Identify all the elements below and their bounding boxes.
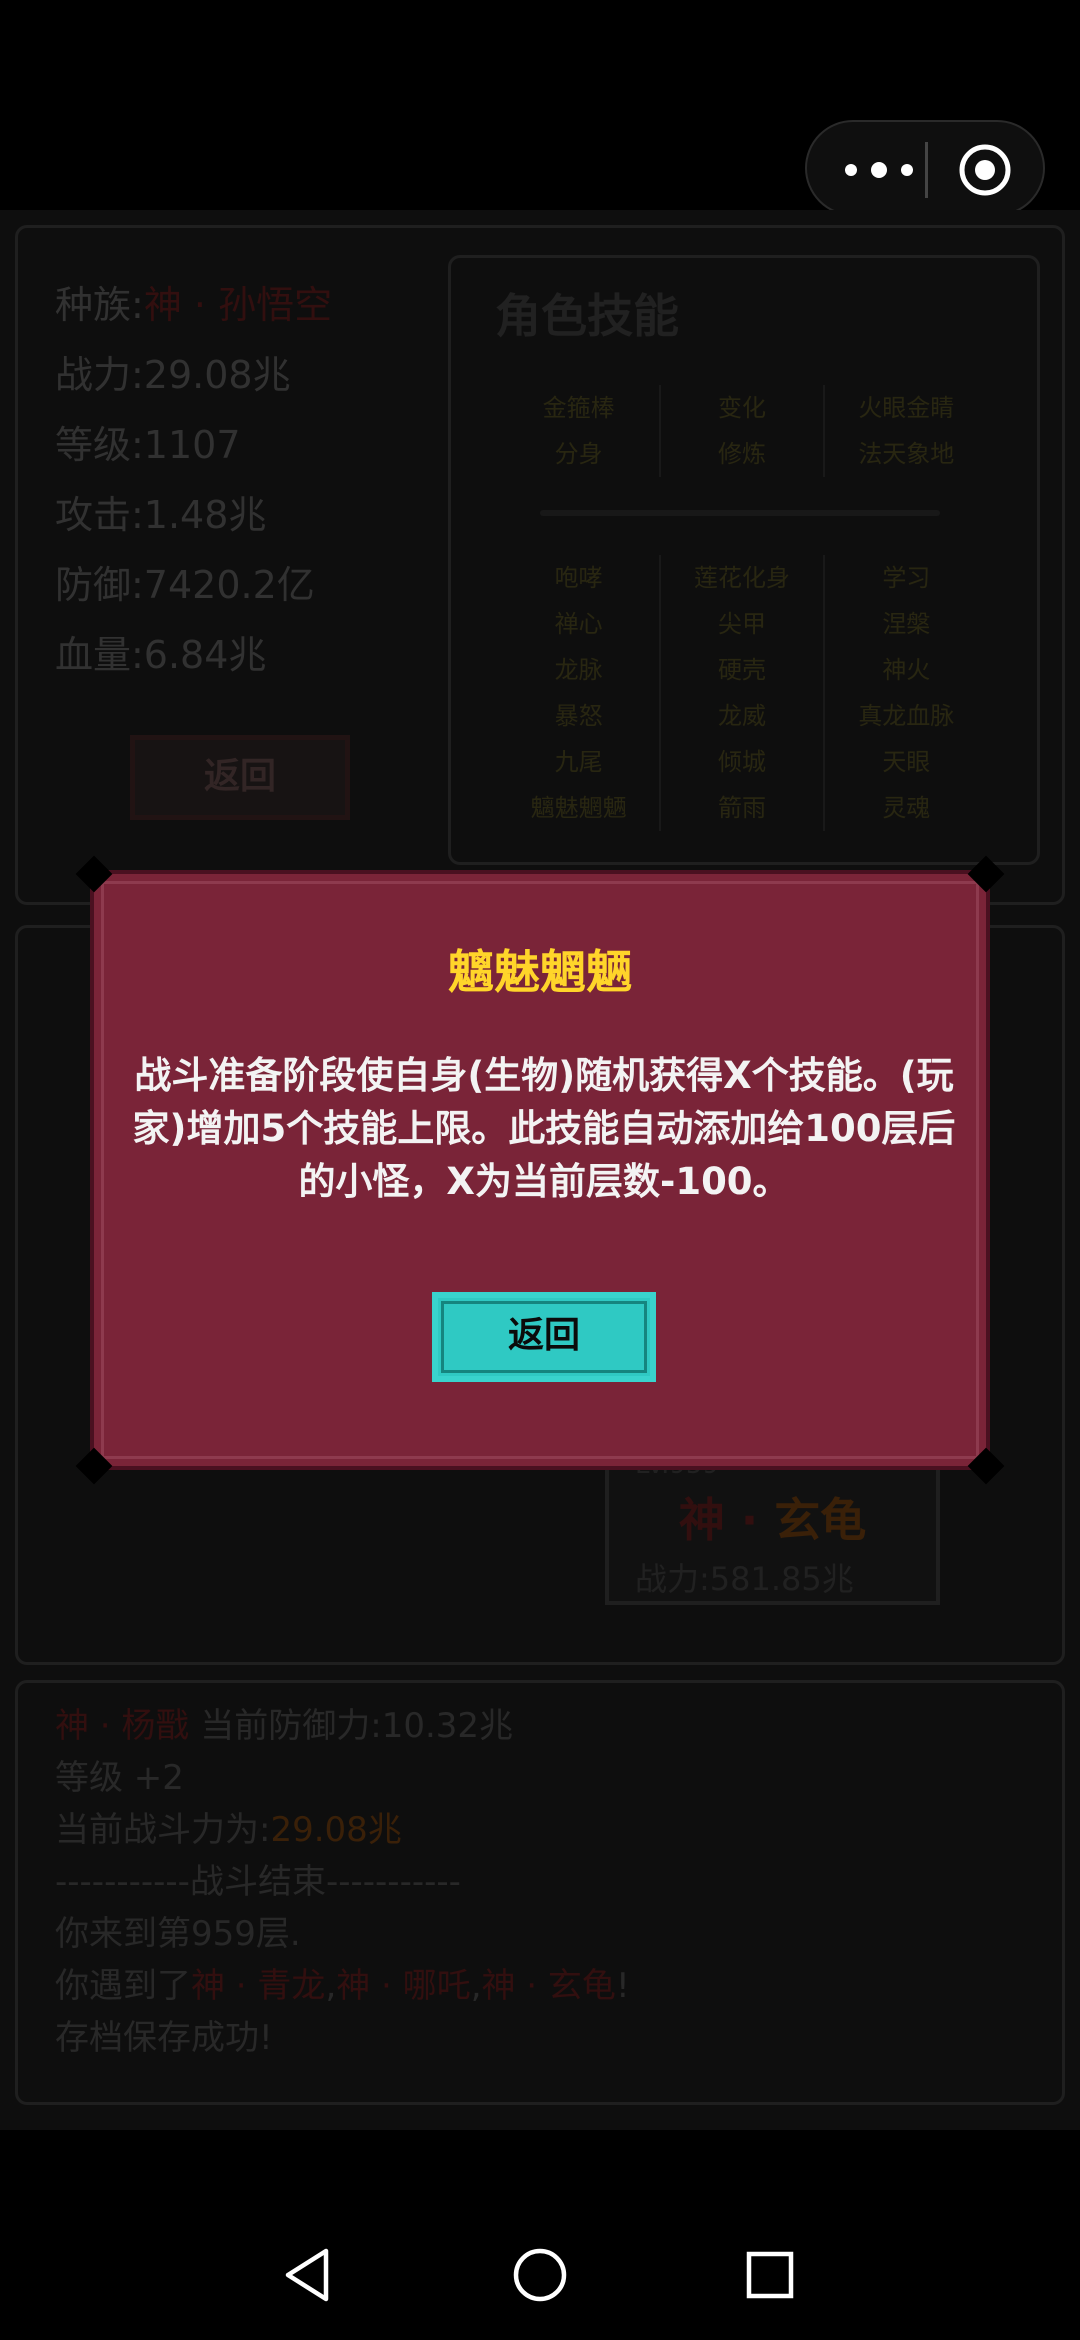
status-bar	[0, 0, 1080, 216]
modal-description: 战斗准备阶段使自身(生物)随机获得X个技能。(玩家)增加5个技能上限。此技能自动…	[132, 1054, 956, 1203]
mini-program-capsule	[805, 120, 1045, 216]
home-circle-icon[interactable]	[510, 2245, 570, 2305]
skill-detail-modal: 魑魅魍魉 战斗准备阶段使自身(生物)随机获得X个技能。(玩家)增加5个技能上限。…	[75, 855, 1005, 1485]
modal-title: 魑魅魍魉	[448, 945, 632, 999]
recents-square-icon[interactable]	[740, 2245, 800, 2305]
capsule-separator	[925, 142, 928, 198]
system-nav-bar	[0, 2130, 1080, 2340]
back-triangle-icon[interactable]	[280, 2245, 340, 2305]
more-dots-icon[interactable]	[839, 152, 929, 188]
modal-return-button[interactable]: 返回	[432, 1292, 656, 1382]
mini-program-close-icon[interactable]	[957, 142, 1013, 198]
